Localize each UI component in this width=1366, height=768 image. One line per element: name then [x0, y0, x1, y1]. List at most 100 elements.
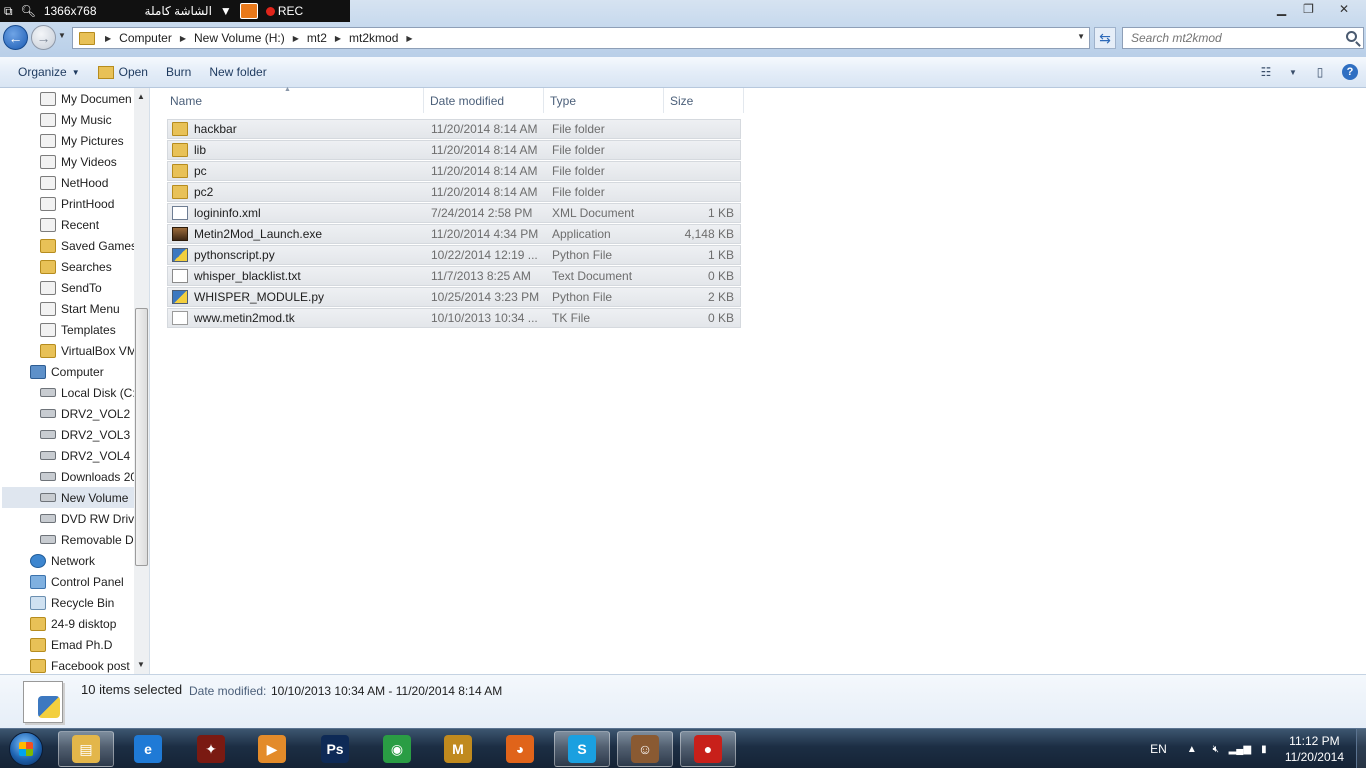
taskbar-recorder[interactable]: ●	[680, 731, 736, 767]
breadcrumb-computer[interactable]: Computer	[115, 28, 176, 48]
help-icon[interactable]: ?	[1342, 64, 1358, 80]
camera-icon[interactable]	[239, 3, 258, 19]
close-button[interactable]: ✕	[1322, 0, 1366, 18]
recent-pages-button[interactable]: ▼	[58, 31, 66, 40]
show-desktop-button[interactable]	[1356, 729, 1366, 768]
search-input[interactable]	[1131, 31, 1331, 45]
screen-mode-label[interactable]: الشاشة كاملة	[141, 0, 216, 22]
chevron-right-icon[interactable]: ▶	[331, 34, 345, 43]
minimize-button[interactable]: ▁	[1268, 0, 1295, 18]
sidebar-item[interactable]: New Volume	[2, 487, 136, 508]
clock[interactable]: 11:12 PM 11/20/2014	[1285, 733, 1344, 765]
sidebar-item[interactable]: Removable Di	[0, 529, 136, 550]
sidebar-item[interactable]: SendTo	[0, 277, 134, 298]
sidebar-item[interactable]: My Pictures	[0, 130, 134, 151]
chevron-right-icon[interactable]: ▶	[101, 34, 115, 43]
sidebar-item[interactable]: Saved Games	[0, 235, 137, 256]
scroll-up-icon[interactable]: ▲	[137, 92, 145, 101]
sidebar-item[interactable]: Computer	[0, 361, 134, 382]
file-row[interactable]: WHISPER_MODULE.py 10/25/2014 3:23 PM Pytho…	[167, 287, 741, 307]
scroll-down-icon[interactable]: ▼	[137, 660, 145, 669]
file-row[interactable]: pc2 11/20/2014 8:14 AM File folder	[167, 182, 741, 202]
sidebar-item[interactable]: DRV2_VOL2 (D	[0, 403, 146, 424]
burn-button[interactable]: Burn	[157, 60, 200, 84]
taskbar-explorer[interactable]: ▤	[58, 731, 114, 767]
breadcrumb-mt2kmod[interactable]: mt2kmod	[345, 28, 402, 48]
show-hidden-icons[interactable]: ▲	[1185, 742, 1199, 756]
scroll-thumb[interactable]	[135, 308, 148, 566]
taskbar-firefox[interactable]: ◕	[492, 731, 548, 767]
taskbar-skype[interactable]: S	[554, 731, 610, 767]
taskbar-internet-explorer[interactable]: e	[120, 731, 176, 767]
nav-scrollbar[interactable]: ▲ ▼	[134, 88, 149, 674]
taskbar-game[interactable]: ✦	[183, 731, 239, 767]
volume-muted-icon[interactable]: 🔇︎	[1209, 742, 1223, 756]
sidebar-item[interactable]: Searches	[0, 256, 134, 277]
sidebar-item[interactable]: DRV2_VOL4 (F	[0, 445, 145, 466]
file-row[interactable]: whisper_blacklist.txt 11/7/2013 8:25 AM Te…	[167, 266, 741, 286]
chevron-right-icon[interactable]: ▶	[176, 34, 190, 43]
new-folder-button[interactable]: New folder	[200, 60, 275, 84]
sidebar-item[interactable]: PrintHood	[0, 193, 134, 214]
refresh-button[interactable]: ⇆	[1094, 27, 1116, 49]
sidebar-item[interactable]: Downloads 20	[0, 466, 137, 487]
sidebar-item[interactable]: Network	[0, 550, 134, 571]
file-row[interactable]: logininfo.xml 7/24/2014 2:58 PM XML Docume…	[167, 203, 741, 223]
forward-button[interactable]: →	[31, 25, 56, 50]
chevron-down-icon[interactable]: ▼	[216, 0, 236, 22]
taskbar-photoshop[interactable]: Ps	[307, 731, 363, 767]
chevron-right-icon[interactable]: ▶	[402, 34, 416, 43]
sidebar-item[interactable]: Emad Ph.D	[0, 634, 134, 655]
search-icon[interactable]	[1346, 31, 1357, 42]
sidebar-item-label: My Music	[61, 112, 112, 127]
view-dropdown-icon[interactable]: ▼	[1288, 61, 1298, 83]
chevron-right-icon[interactable]: ▶	[289, 34, 303, 43]
file-row[interactable]: lib 11/20/2014 8:14 AM File folder	[167, 140, 741, 160]
sidebar-item[interactable]: My Documen	[0, 88, 134, 109]
sidebar-item[interactable]: Start Menu	[0, 298, 134, 319]
sidebar-item[interactable]: NetHood	[0, 172, 134, 193]
file-row[interactable]: www.metin2mod.tk 10/10/2013 10:34 ... TK F…	[167, 308, 741, 328]
sidebar-item[interactable]: DVD RW Drive	[0, 508, 141, 529]
column-name[interactable]: Name ▲	[164, 86, 424, 113]
sidebar-item[interactable]: Recycle Bin	[0, 592, 134, 613]
sidebar-item[interactable]: Recent	[0, 214, 134, 235]
sidebar-item[interactable]: Templates	[0, 319, 134, 340]
column-date[interactable]: Date modified	[424, 88, 544, 113]
search-box[interactable]	[1122, 27, 1364, 49]
breadcrumb-new-volume[interactable]: New Volume (H:)	[190, 28, 289, 48]
language-indicator[interactable]: EN	[1150, 742, 1167, 756]
back-button[interactable]: ←	[3, 25, 28, 50]
view-options-icon[interactable]: ☷	[1254, 61, 1278, 83]
network-signal-icon[interactable]: ▂▄▆	[1229, 742, 1251, 756]
column-type[interactable]: Type	[544, 88, 664, 113]
file-row[interactable]: pc 11/20/2014 8:14 AM File folder	[167, 161, 741, 181]
address-dropdown-icon[interactable]: ▼	[1077, 32, 1085, 41]
battery-icon[interactable]: ▮	[1257, 742, 1271, 756]
address-bar[interactable]: ▶ Computer ▶ New Volume (H:) ▶ mt2 ▶ mt2…	[72, 27, 1090, 49]
sidebar-item[interactable]: Facebook post	[0, 655, 134, 674]
sidebar-item[interactable]: VirtualBox VM	[0, 340, 137, 361]
breadcrumb-mt2[interactable]: mt2	[303, 28, 331, 48]
taskbar-media-player[interactable]: ▶	[244, 731, 300, 767]
sidebar-item[interactable]: DRV2_VOL3 (E	[0, 424, 146, 445]
sidebar-item[interactable]: 24-9 disktop	[0, 613, 134, 634]
file-row[interactable]: Metin2Mod_Launch.exe 11/20/2014 4:34 PM Ap…	[167, 224, 741, 244]
sidebar-item[interactable]: Control Panel	[0, 571, 134, 592]
taskbar-chrome[interactable]: ◉	[369, 731, 425, 767]
organize-button[interactable]: Organize ▼	[9, 60, 89, 84]
column-size[interactable]: Size	[664, 88, 744, 113]
preview-pane-icon[interactable]: ▯	[1308, 61, 1332, 83]
file-date: 7/24/2014 2:58 PM	[431, 206, 533, 220]
maximize-button[interactable]: ❐	[1295, 0, 1322, 18]
record-button[interactable]: REC	[262, 0, 307, 22]
start-button[interactable]	[4, 729, 48, 768]
taskbar-metin2[interactable]: M	[430, 731, 486, 767]
open-button[interactable]: Open	[89, 60, 157, 84]
sidebar-item[interactable]: My Music	[0, 109, 134, 130]
file-row[interactable]: pythonscript.py 10/22/2014 12:19 ... Pytho…	[167, 245, 741, 265]
sidebar-item[interactable]: Local Disk (C:	[0, 382, 136, 403]
file-row[interactable]: hackbar 11/20/2014 8:14 AM File folder	[167, 119, 741, 139]
taskbar-game-character[interactable]: ☺	[617, 731, 673, 767]
sidebar-item[interactable]: My Videos	[0, 151, 134, 172]
